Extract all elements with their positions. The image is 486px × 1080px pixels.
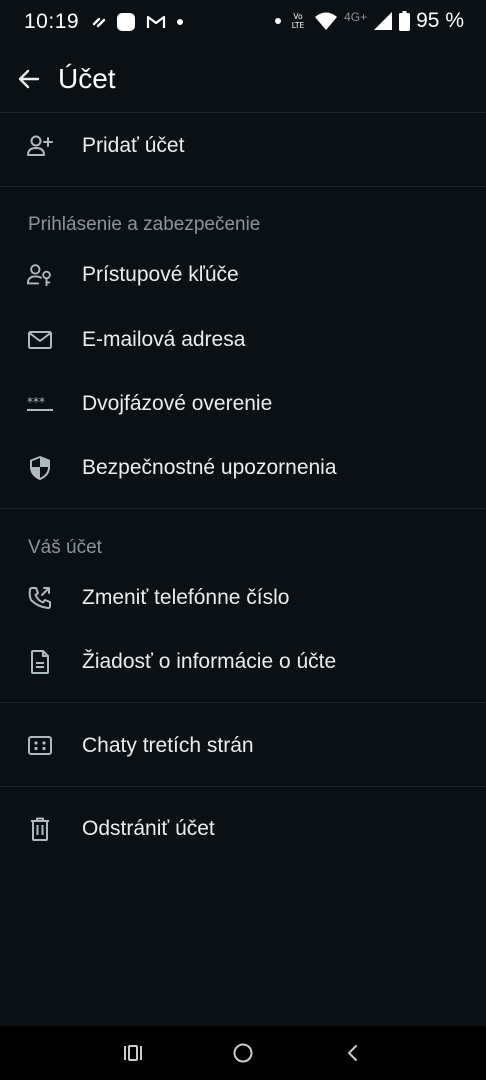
svg-text:LTE: LTE [292, 21, 305, 30]
chevron-left-icon [348, 1045, 357, 1061]
section-title-your-account: Váš účet [28, 537, 102, 558]
password-dots-icon: *** [26, 391, 54, 417]
request-info-label: Žiadosť o informácie o účte [82, 650, 337, 673]
network-type-icon: 4G+ [344, 10, 368, 24]
security-notifications-row[interactable]: Bezpečnostné upozornenia [0, 436, 486, 500]
person-add-icon [26, 133, 54, 159]
battery-icon [399, 11, 411, 31]
passkey-icon [26, 262, 54, 288]
gmail-icon [146, 14, 166, 30]
home-circle-icon [233, 1043, 253, 1063]
status-notification-icons [92, 12, 184, 32]
wifi-icon [314, 11, 338, 31]
svg-text:Vo: Vo [294, 12, 304, 21]
svg-text:***: *** [27, 395, 45, 409]
arrow-left-icon [18, 69, 40, 89]
third-party-chat-icon [26, 733, 54, 759]
section-title-login-security: Prihlásenie a zabezpečenie [28, 214, 261, 235]
change-number-row[interactable]: Zmeniť telefónne číslo [0, 566, 486, 630]
system-back-button[interactable] [339, 1039, 367, 1067]
mail-icon [26, 327, 54, 353]
notification-dot-icon [176, 18, 184, 26]
document-icon [26, 649, 54, 675]
third-party-chats-label: Chaty tretích strán [82, 734, 254, 757]
recent-apps-button[interactable] [119, 1039, 147, 1067]
home-button[interactable] [229, 1039, 257, 1067]
email-row[interactable]: E-mailová adresa [0, 308, 486, 372]
section-divider [0, 702, 486, 703]
delete-account-row[interactable]: Odstrániť účet [0, 797, 486, 861]
app-header: Účet [0, 52, 486, 110]
battery-percentage: 95 % [416, 9, 464, 32]
passkeys-label: Prístupové kľúče [82, 263, 239, 286]
square-app-icon [116, 12, 136, 32]
third-party-chats-row[interactable]: Chaty tretích strán [0, 714, 486, 778]
section-divider [0, 508, 486, 509]
status-system-icons: Vo LTE 4G+ 95 % [274, 9, 464, 33]
status-bar: 10:19 Vo LTE 4G+ 95 % [0, 0, 486, 48]
app-notification-icon [92, 15, 106, 29]
page-title: Účet [58, 63, 116, 94]
delete-account-label: Odstrániť účet [82, 817, 215, 840]
email-label: E-mailová adresa [82, 328, 246, 351]
add-account-row[interactable]: Pridať účet [0, 114, 486, 178]
trash-icon [26, 816, 54, 842]
passkeys-row[interactable]: Prístupové kľúče [0, 243, 486, 307]
section-divider [0, 786, 486, 787]
back-button[interactable] [14, 64, 44, 94]
volte-icon: Vo LTE [288, 11, 308, 31]
recent-apps-icon [124, 1045, 142, 1061]
two-step-row[interactable]: *** Dvojfázové overenie [0, 372, 486, 436]
request-info-row[interactable]: Žiadosť o informácie o účte [0, 630, 486, 694]
status-time: 10:19 [24, 10, 80, 33]
security-notifications-label: Bezpečnostné upozornenia [82, 456, 337, 479]
phone-forward-icon [26, 585, 54, 611]
shield-icon [26, 455, 54, 481]
two-step-label: Dvojfázové overenie [82, 392, 273, 415]
section-divider [0, 186, 486, 187]
change-number-label: Zmeniť telefónne číslo [82, 586, 290, 609]
system-navigation-bar [0, 1026, 486, 1080]
header-divider [0, 112, 486, 113]
add-account-label: Pridať účet [82, 134, 185, 157]
signal-icon [373, 11, 393, 31]
small-dot-icon [274, 17, 282, 25]
